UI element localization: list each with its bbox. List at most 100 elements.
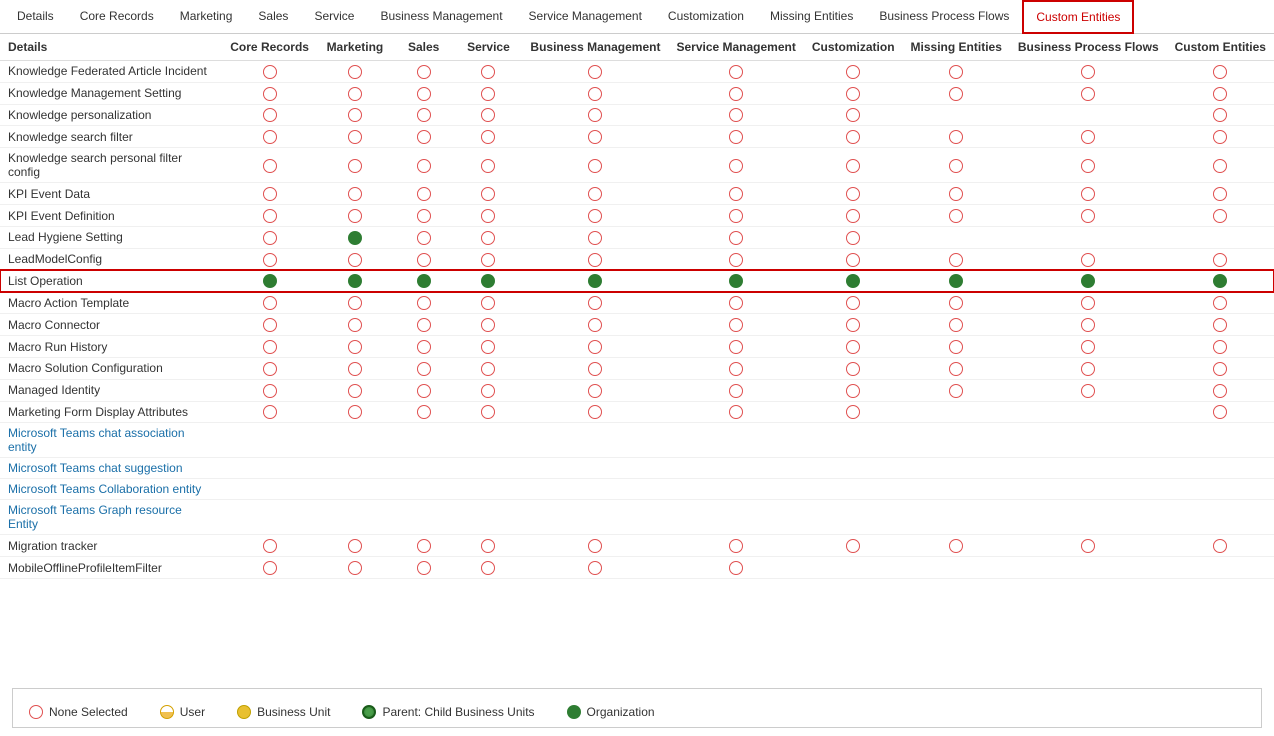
table-row[interactable]: Migration tracker — [0, 535, 1274, 557]
cell-0-7 — [903, 61, 1010, 83]
table-row[interactable]: MobileOfflineProfileItemFilter — [0, 557, 1274, 579]
cell-16-0 — [222, 423, 317, 458]
cell-9-6 — [804, 270, 903, 292]
col-header-sales: Sales — [393, 34, 455, 61]
circle-empty — [1213, 405, 1227, 419]
tab-customization[interactable]: Customization — [655, 0, 757, 34]
table-row[interactable]: Macro Connector — [0, 314, 1274, 336]
cell-3-1 — [317, 126, 393, 148]
table-row[interactable]: LeadModelConfig — [0, 248, 1274, 270]
cell-19-8 — [1010, 500, 1167, 535]
row-name-18[interactable]: Microsoft Teams Collaboration entity — [0, 479, 222, 500]
cell-11-3 — [454, 314, 522, 336]
tab-business-mgmt[interactable]: Business Management — [367, 0, 515, 34]
row-name-16[interactable]: Microsoft Teams chat association entity — [0, 423, 222, 458]
cell-8-6 — [804, 248, 903, 270]
cell-8-2 — [393, 248, 455, 270]
cell-12-7 — [903, 336, 1010, 358]
circle-empty — [949, 296, 963, 310]
cell-19-4 — [522, 500, 668, 535]
cell-14-3 — [454, 379, 522, 401]
table-row[interactable]: Microsoft Teams chat suggestion — [0, 458, 1274, 479]
tab-missing-entities[interactable]: Missing Entities — [757, 0, 866, 34]
cell-17-7 — [903, 458, 1010, 479]
cell-12-6 — [804, 336, 903, 358]
circle-empty — [481, 561, 495, 575]
tab-sales[interactable]: Sales — [245, 0, 301, 34]
cell-3-4 — [522, 126, 668, 148]
circle-empty — [588, 362, 602, 376]
key-item-label: Organization — [587, 705, 655, 719]
cell-11-9 — [1167, 314, 1274, 336]
circle-empty — [846, 209, 860, 223]
cell-14-0 — [222, 379, 317, 401]
cell-20-6 — [804, 535, 903, 557]
row-name-19[interactable]: Microsoft Teams Graph resource Entity — [0, 500, 222, 535]
cell-14-8 — [1010, 379, 1167, 401]
circle-empty — [729, 296, 743, 310]
circle-empty — [348, 340, 362, 354]
circle-empty — [348, 296, 362, 310]
table-row[interactable]: Macro Solution Configuration — [0, 357, 1274, 379]
tab-service[interactable]: Service — [301, 0, 367, 34]
cell-2-6 — [804, 104, 903, 126]
circle-empty — [1081, 362, 1095, 376]
circle-empty — [846, 539, 860, 553]
table-row[interactable]: Macro Run History — [0, 336, 1274, 358]
circle-empty — [846, 253, 860, 267]
cell-16-9 — [1167, 423, 1274, 458]
circle-empty — [417, 405, 431, 419]
tab-custom-entities[interactable]: Custom Entities — [1022, 0, 1134, 34]
legend-circle-user — [160, 705, 174, 719]
cell-1-7 — [903, 82, 1010, 104]
cell-7-1 — [317, 226, 393, 248]
table-row[interactable]: Microsoft Teams chat association entity — [0, 423, 1274, 458]
cell-10-4 — [522, 292, 668, 314]
cell-9-3 — [454, 270, 522, 292]
circle-empty — [263, 384, 277, 398]
tab-business-process-flows[interactable]: Business Process Flows — [866, 0, 1022, 34]
circle-empty — [729, 231, 743, 245]
table-row[interactable]: Knowledge search filter — [0, 126, 1274, 148]
tab-service-mgmt[interactable]: Service Management — [516, 0, 655, 34]
circle-empty — [417, 187, 431, 201]
cell-21-2 — [393, 557, 455, 579]
table-row[interactable]: Knowledge Federated Article Incident — [0, 61, 1274, 83]
cell-1-8 — [1010, 82, 1167, 104]
table-row[interactable]: Macro Action Template — [0, 292, 1274, 314]
tab-details[interactable]: Details — [4, 0, 67, 34]
table-wrapper[interactable]: DetailsCore RecordsMarketingSalesService… — [0, 34, 1274, 680]
table-row[interactable]: Knowledge search personal filter config — [0, 148, 1274, 183]
tab-marketing[interactable]: Marketing — [167, 0, 246, 34]
cell-11-0 — [222, 314, 317, 336]
cell-7-7 — [903, 226, 1010, 248]
table-row[interactable]: Lead Hygiene Setting — [0, 226, 1274, 248]
circle-empty — [949, 362, 963, 376]
circle-empty — [417, 362, 431, 376]
circle-empty — [1213, 296, 1227, 310]
table-row[interactable]: Microsoft Teams Collaboration entity — [0, 479, 1274, 500]
table-row[interactable]: Managed Identity — [0, 379, 1274, 401]
row-name-17[interactable]: Microsoft Teams chat suggestion — [0, 458, 222, 479]
cell-15-0 — [222, 401, 317, 423]
row-name-15: Marketing Form Display Attributes — [0, 401, 222, 423]
cell-15-1 — [317, 401, 393, 423]
cell-18-3 — [454, 479, 522, 500]
table-row[interactable]: KPI Event Definition — [0, 205, 1274, 227]
table-row[interactable]: Knowledge Management Setting — [0, 82, 1274, 104]
circle-empty — [588, 405, 602, 419]
table-row[interactable]: Marketing Form Display Attributes — [0, 401, 1274, 423]
circle-empty — [588, 130, 602, 144]
table-row[interactable]: Knowledge personalization — [0, 104, 1274, 126]
circle-empty — [729, 561, 743, 575]
cell-17-1 — [317, 458, 393, 479]
cell-0-3 — [454, 61, 522, 83]
circle-empty — [1213, 187, 1227, 201]
table-row[interactable]: List Operation — [0, 270, 1274, 292]
cell-12-8 — [1010, 336, 1167, 358]
tab-core-records[interactable]: Core Records — [67, 0, 167, 34]
table-row[interactable]: KPI Event Data — [0, 183, 1274, 205]
cell-11-5 — [668, 314, 803, 336]
cell-10-2 — [393, 292, 455, 314]
table-row[interactable]: Microsoft Teams Graph resource Entity — [0, 500, 1274, 535]
